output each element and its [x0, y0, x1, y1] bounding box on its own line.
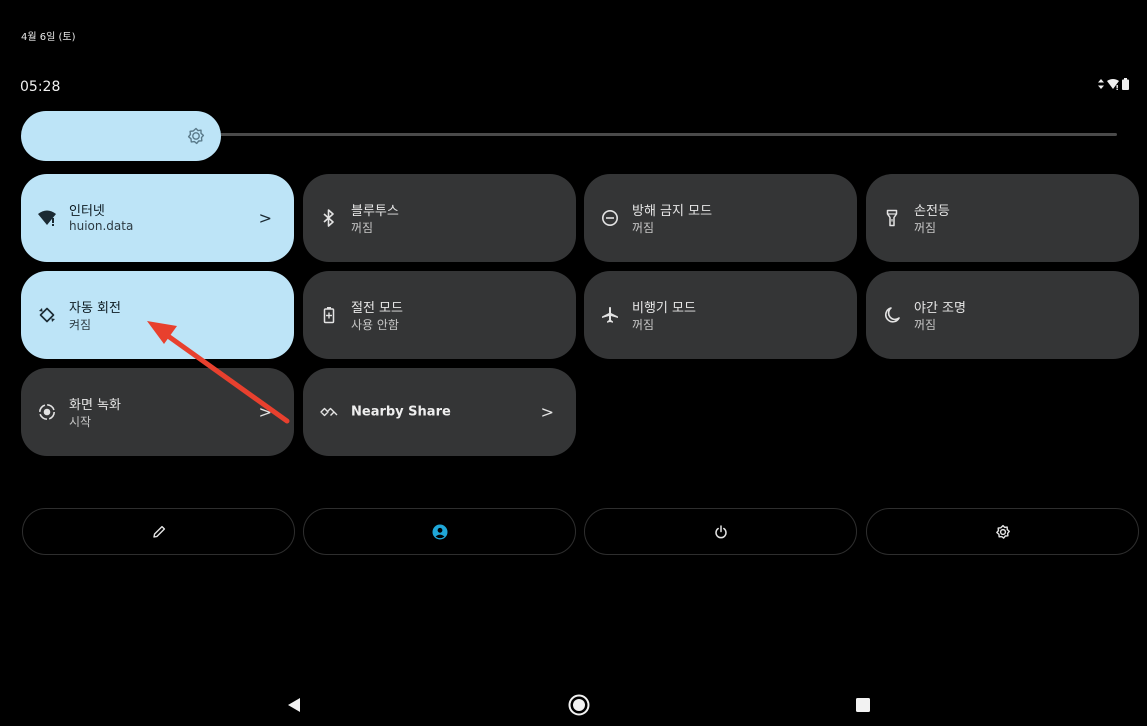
tile-label: 화면 녹화	[69, 398, 121, 413]
tile-status: 꺼짐	[914, 318, 937, 332]
tile-label: 방해 금지 모드	[632, 204, 713, 219]
tile-status: 꺼짐	[914, 221, 937, 235]
date-label: 4월 6일 (토)	[21, 32, 76, 43]
tile-label: 자동 회전	[69, 301, 121, 316]
settings-gear-icon	[995, 524, 1010, 539]
settings-button[interactable]	[866, 508, 1139, 555]
auto-rotate-icon	[38, 306, 56, 324]
tile-auto-rotate[interactable]: 자동 회전 켜짐	[21, 271, 294, 359]
tile-bluetooth[interactable]: 블루투스 꺼짐	[303, 174, 576, 262]
chevron-right-icon: >	[258, 208, 272, 228]
tile-status: 꺼짐	[632, 318, 655, 332]
annotation-arrow	[147, 321, 290, 424]
moon-icon	[883, 306, 901, 324]
chevron-right-icon: >	[540, 402, 554, 422]
tile-status: 사용 안함	[351, 318, 399, 332]
status-icons	[1098, 78, 1129, 90]
tile-label: Nearby Share	[351, 404, 451, 420]
tile-label: 블루투스	[351, 204, 399, 219]
clock: 05:28	[20, 79, 61, 95]
back-icon[interactable]	[287, 697, 301, 713]
recents-icon[interactable]	[855, 697, 871, 713]
battery-icon	[1122, 78, 1129, 90]
airplane-icon	[601, 306, 619, 324]
tile-night-light[interactable]: 야간 조명 꺼짐	[866, 271, 1139, 359]
tile-status: 꺼짐	[632, 221, 655, 235]
data-arrows-icon	[1098, 79, 1104, 89]
nearby-share-icon	[320, 403, 338, 421]
bluetooth-icon	[320, 209, 338, 227]
edit-pencil-icon	[152, 525, 165, 538]
tile-battery-saver[interactable]: 절전 모드 사용 안함	[303, 271, 576, 359]
tile-status: 시작	[69, 415, 92, 429]
tile-flashlight[interactable]: 손전등 꺼짐	[866, 174, 1139, 262]
screen-record-icon	[38, 403, 56, 421]
tile-label: 야간 조명	[914, 301, 966, 316]
user-account-icon	[432, 524, 447, 539]
chevron-right-icon: >	[258, 402, 272, 422]
brightness-gear-icon	[187, 127, 205, 145]
power-icon	[714, 524, 727, 538]
flashlight-icon	[883, 209, 901, 227]
tile-label: 인터넷	[69, 204, 105, 219]
wifi-icon	[1107, 78, 1119, 90]
tile-status: huion.data	[69, 219, 134, 233]
edit-button[interactable]	[22, 508, 295, 555]
tile-airplane-mode[interactable]: 비행기 모드 꺼짐	[584, 271, 857, 359]
tile-label: 비행기 모드	[632, 301, 696, 316]
do-not-disturb-icon	[601, 209, 619, 227]
tile-internet[interactable]: 인터넷 huion.data >	[21, 174, 294, 262]
tile-label: 손전등	[914, 204, 950, 219]
tile-do-not-disturb[interactable]: 방해 금지 모드 꺼짐	[584, 174, 857, 262]
brightness-track[interactable]	[210, 133, 1117, 136]
tile-nearby-share[interactable]: Nearby Share >	[303, 368, 576, 456]
tile-status: 켜짐	[69, 318, 92, 332]
battery-saver-icon	[320, 306, 338, 324]
quick-settings-panel: 4월 6일 (토) 05:28 인터넷 huion.data > 블루투스 꺼짐…	[0, 0, 1147, 726]
tile-status: 꺼짐	[351, 221, 374, 235]
tile-screen-record[interactable]: 화면 녹화 시작 >	[21, 368, 294, 456]
tile-label: 절전 모드	[351, 301, 403, 316]
wifi-icon	[38, 209, 56, 227]
user-account-button[interactable]	[303, 508, 576, 555]
power-menu-button[interactable]	[584, 508, 857, 555]
home-icon[interactable]	[568, 694, 590, 716]
